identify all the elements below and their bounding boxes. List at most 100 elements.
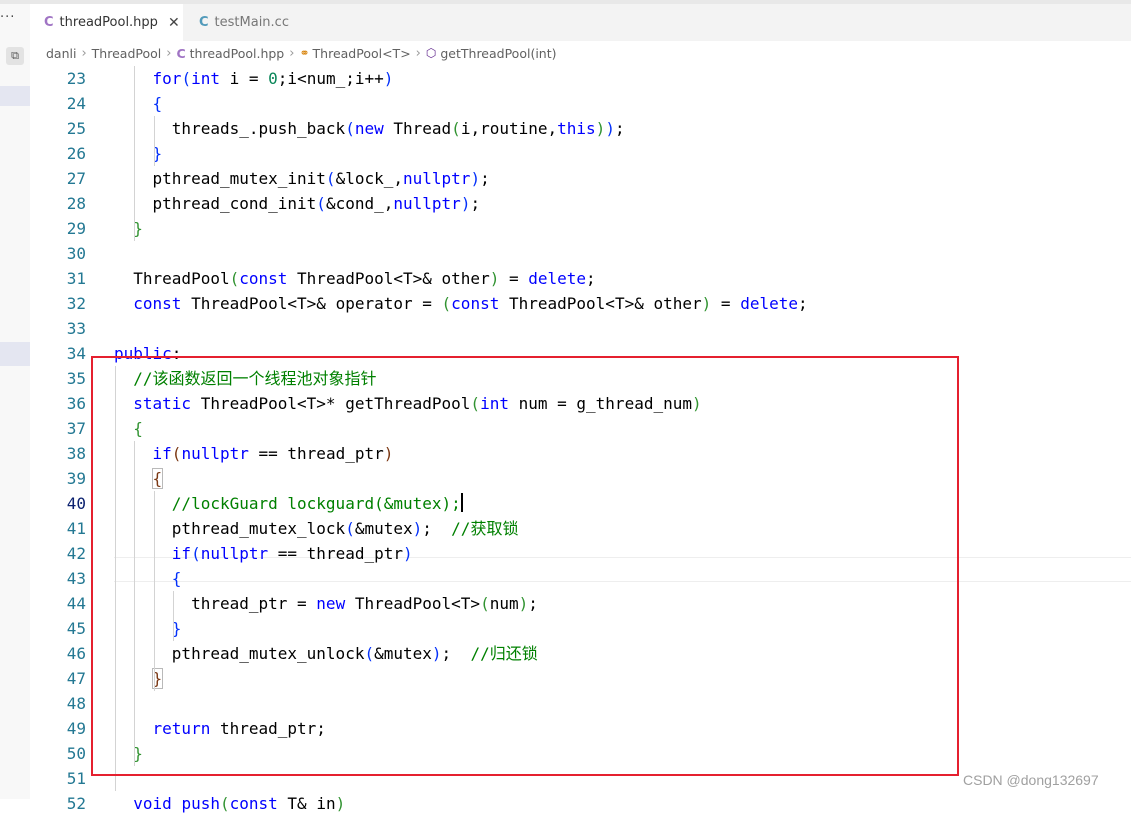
line-number: 30: [66, 244, 86, 263]
code-token: ;: [586, 269, 596, 288]
breadcrumb-class[interactable]: ThreadPool<T>: [313, 46, 411, 61]
cpp-file-icon: C: [176, 45, 186, 61]
code-token: 0: [268, 69, 278, 88]
code-token: (: [219, 794, 230, 813]
code-token: ;: [480, 169, 490, 188]
line-number: 52: [66, 794, 86, 813]
code-token: i =: [219, 69, 269, 88]
code-token: const: [239, 269, 288, 288]
line-number: 48: [66, 694, 86, 713]
code-token: const: [133, 294, 182, 313]
code-line[interactable]: }: [114, 141, 163, 166]
code-token: ;: [614, 119, 625, 138]
line-number: 28: [66, 194, 86, 213]
editor-tab-bar: C threadPool.hpp ✕ C testMain.cc: [30, 4, 1131, 41]
close-icon[interactable]: ✕: [168, 15, 180, 31]
chevron-right-icon: ›: [166, 45, 172, 61]
cpp-file-icon: C: [199, 15, 209, 30]
code-token: (: [451, 119, 461, 138]
chevron-right-icon: ›: [81, 45, 87, 61]
code-line[interactable]: }: [114, 216, 143, 241]
code-token: ;: [797, 294, 808, 313]
activity-selection-marker: [0, 86, 30, 106]
code-token: void: [133, 794, 172, 813]
code-token: =: [711, 294, 741, 313]
activity-selection-marker: [0, 342, 30, 366]
tab-testmain-cc[interactable]: C testMain.cc: [185, 4, 315, 41]
code-token: this: [557, 119, 596, 138]
line-number: 46: [66, 644, 86, 663]
code-token: delete: [528, 269, 587, 288]
more-actions-icon[interactable]: ···: [0, 10, 30, 25]
code-token: (: [181, 69, 192, 88]
code-token: for: [152, 69, 182, 88]
class-icon: ⚭: [299, 46, 310, 60]
code-line[interactable]: const ThreadPool<T>& operator = (const T…: [114, 291, 808, 316]
code-token: ;i<num_;i++: [277, 69, 384, 88]
code-token: ): [489, 269, 500, 288]
code-token: ;: [470, 194, 481, 213]
breadcrumb-file[interactable]: threadPool.hpp: [190, 46, 285, 61]
breadcrumb-folder-danli[interactable]: danli: [46, 46, 76, 61]
cpp-file-icon: C: [44, 15, 54, 30]
code-token: ): [383, 69, 394, 88]
code-line[interactable]: for(int i = 0;i<num_;i++): [114, 66, 394, 91]
line-number: 36: [66, 394, 86, 413]
code-token: ): [335, 794, 346, 813]
line-number: 23: [66, 69, 86, 88]
line-number: 31: [66, 269, 86, 288]
code-line[interactable]: pthread_cond_init(&cond_,nullptr);: [114, 191, 481, 216]
line-number: 25: [66, 119, 86, 138]
line-number: 26: [66, 144, 86, 163]
code-token: T& in: [277, 794, 336, 813]
line-number: 43: [66, 569, 86, 588]
code-line[interactable]: void push(const T& in): [114, 791, 345, 816]
code-token: (: [229, 269, 240, 288]
code-token: &cond_,: [325, 194, 394, 213]
line-number: 34: [66, 344, 86, 363]
code-token: ): [460, 194, 471, 213]
line-number: 38: [66, 444, 86, 463]
code-line[interactable]: {: [114, 91, 163, 116]
code-line[interactable]: threads_.push_back(new Thread(i,routine,…: [114, 116, 625, 141]
code-token: ): [595, 119, 606, 138]
code-token: nullptr: [403, 169, 471, 188]
code-token: ): [470, 169, 481, 188]
code-token: &lock_,: [335, 169, 403, 188]
tab-threadpool-hpp[interactable]: C threadPool.hpp ✕: [30, 4, 183, 41]
line-number: 32: [66, 294, 86, 313]
annotation-highlight-box: [91, 356, 959, 776]
line-number: 24: [66, 94, 86, 113]
code-line[interactable]: ThreadPool(const ThreadPool<T>& other) =…: [114, 266, 596, 291]
code-token: delete: [740, 294, 798, 313]
watermark: CSDN @dong132697: [963, 772, 1099, 788]
code-token: threads_.push_back: [114, 119, 346, 138]
copy-icon[interactable]: ⧉: [6, 47, 24, 65]
line-number: 39: [66, 469, 86, 488]
code-token: i,routine,: [460, 119, 558, 138]
line-number: 41: [66, 519, 86, 538]
code-line[interactable]: pthread_mutex_init(&lock_,nullptr);: [114, 166, 490, 191]
code-token: Thread: [383, 119, 452, 138]
code-token: (: [345, 119, 355, 138]
line-number: 50: [66, 744, 86, 763]
tab-label: threadPool.hpp: [59, 15, 158, 30]
line-number: 42: [66, 544, 86, 563]
breadcrumb-method[interactable]: getThreadPool(int): [440, 46, 556, 61]
line-number: 29: [66, 219, 86, 238]
line-number: 49: [66, 719, 86, 738]
code-token: ThreadPool: [114, 269, 230, 288]
breadcrumb-folder-threadpool[interactable]: ThreadPool: [92, 46, 162, 61]
code-token: ): [605, 119, 615, 138]
chevron-right-icon: ›: [415, 45, 421, 61]
code-token: ThreadPool<T>& operator =: [181, 294, 442, 313]
code-token: nullptr: [393, 194, 461, 213]
line-number: 45: [66, 619, 86, 638]
code-token: ): [701, 294, 712, 313]
tab-label: testMain.cc: [214, 15, 289, 30]
line-number: 40: [66, 494, 86, 513]
code-token: const: [229, 794, 278, 813]
